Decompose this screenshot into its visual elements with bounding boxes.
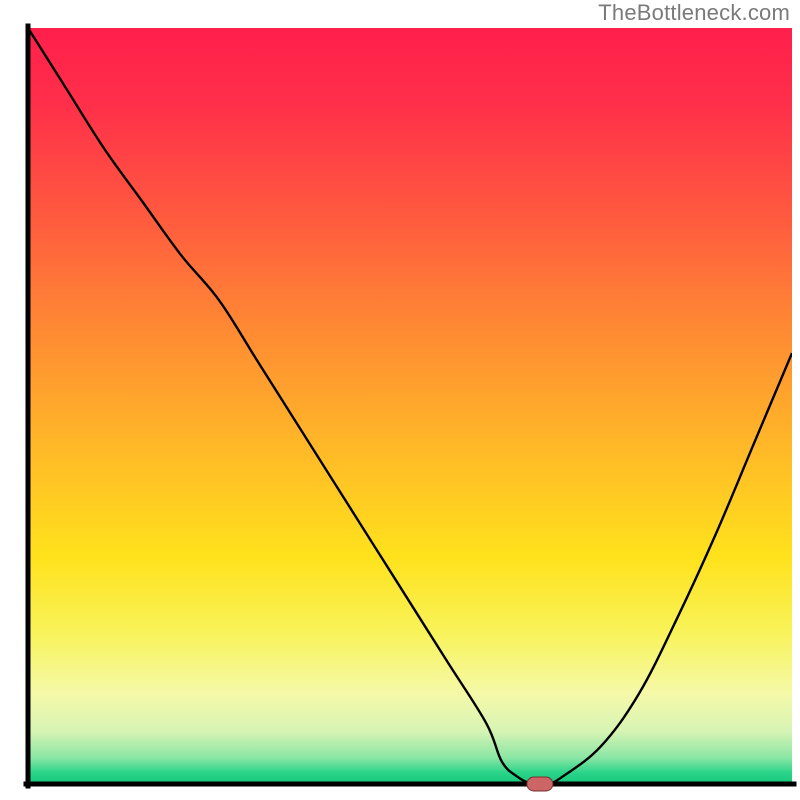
optimal-marker (527, 777, 553, 791)
watermark-text: TheBottleneck.com (598, 0, 790, 26)
gradient-background (28, 28, 792, 784)
bottleneck-chart: TheBottleneck.com (0, 0, 800, 800)
chart-svg (0, 0, 800, 800)
